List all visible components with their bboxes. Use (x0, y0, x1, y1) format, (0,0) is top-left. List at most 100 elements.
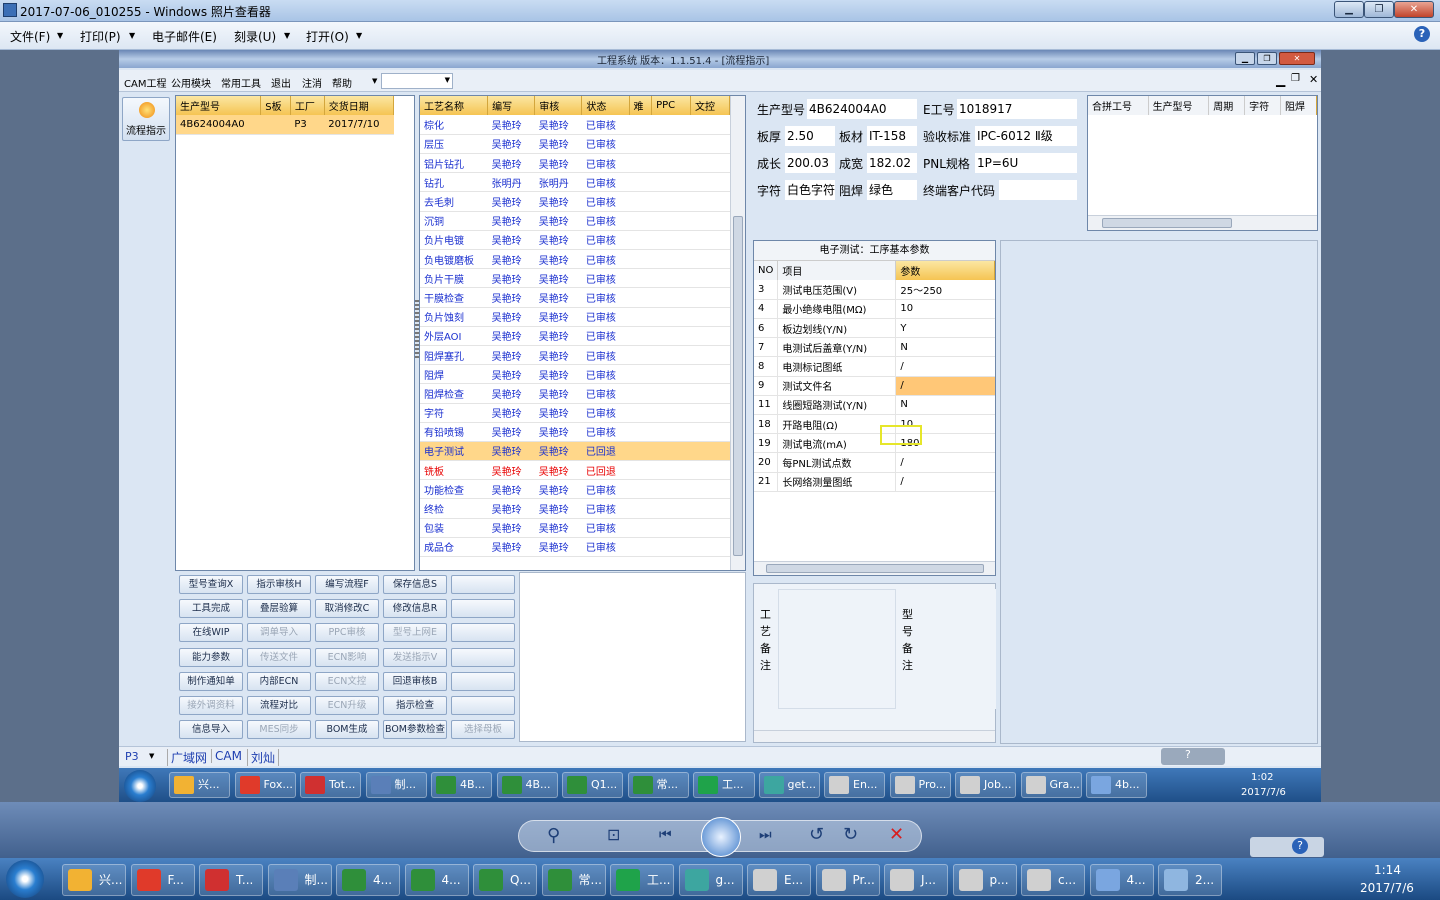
menu-open[interactable]: 打开(O) (306, 28, 349, 45)
outer-taskbar-item[interactable]: Pr... (815, 864, 880, 896)
menu-exit[interactable]: 退出 (271, 75, 291, 90)
minimize-button[interactable]: ▁ (1334, 1, 1364, 18)
outer-taskbar-item[interactable]: 制... (267, 864, 332, 896)
start-button[interactable] (124, 770, 156, 802)
outer-taskbar-item[interactable]: p... (952, 864, 1017, 896)
menu-file[interactable]: 文件(F) (10, 28, 50, 45)
col-difficulty[interactable]: 难 (629, 96, 653, 116)
process-row[interactable]: 负片蚀刻 吴艳玲 吴艳玲 已审核 (420, 307, 730, 327)
param-row[interactable]: 9 测试文件名 / (754, 376, 995, 396)
col-merge-cycle[interactable]: 周期 (1208, 96, 1246, 116)
help-icon[interactable]: ? (1414, 26, 1430, 42)
process-row[interactable]: 钻孔 张明丹 张明丹 已审核 (420, 172, 730, 193)
process-row[interactable]: 铣板 吴艳玲 吴艳玲 已回退 (420, 460, 730, 481)
menu-tools[interactable]: 常用工具 (221, 75, 261, 90)
action-button-5-2[interactable]: ECN升级 (315, 696, 379, 715)
param-row[interactable]: 21 长网络测量图纸 / (754, 472, 995, 492)
order-row[interactable]: 4B624004A0 P3 2017/7/10 (176, 115, 394, 135)
outer-taskbar-item[interactable]: c... (1021, 864, 1085, 896)
outer-taskbar-item[interactable]: 4... (1089, 864, 1154, 896)
flow-indicator-button[interactable]: 流程指示 (122, 97, 170, 141)
param-row[interactable]: 19 测试电流(mA) 180 (754, 433, 995, 454)
param-row[interactable]: 11 线圈短路测试(Y/N) N (754, 395, 995, 416)
process-row[interactable]: 层压 吴艳玲 吴艳玲 已审核 (420, 134, 730, 155)
outer-taskbar-item[interactable]: J... (884, 864, 948, 896)
action-button-0-1[interactable]: 指示审核H (247, 575, 311, 594)
action-button-2-2[interactable]: PPC审核 (315, 623, 379, 643)
param-row[interactable]: 18 开路电阻(Ω) 10 (754, 414, 995, 435)
inner-taskbar-item[interactable]: Tot... (300, 772, 361, 798)
process-row[interactable]: 成品仓 吴艳玲 吴艳玲 已审核 (420, 537, 730, 558)
action-button-6-2[interactable]: BOM生成 (315, 720, 379, 740)
process-row[interactable]: 阻焊塞孔 吴艳玲 吴艳玲 已审核 (420, 345, 730, 366)
empty-button[interactable] (451, 647, 515, 667)
rotate-left-icon[interactable]: ↺ (809, 824, 824, 845)
action-button-1-0[interactable]: 工具完成 (179, 599, 243, 619)
menu-logout[interactable]: 注消 (302, 75, 322, 90)
outer-taskbar-item[interactable]: 4... (336, 864, 400, 896)
col-delivery-date[interactable]: 交货日期 (324, 96, 395, 116)
outer-taskbar-item[interactable]: T... (199, 864, 263, 896)
factory-select[interactable]: P3 (125, 750, 139, 763)
inner-taskbar-item[interactable]: Pro... (889, 772, 951, 798)
empty-button[interactable] (451, 671, 515, 691)
zoom-icon[interactable]: ⚲ (547, 825, 560, 846)
menu-common-module[interactable]: 公用模块 (171, 75, 211, 90)
process-row[interactable]: 负片干膜 吴艳玲 吴艳玲 已审核 (420, 268, 730, 289)
empty-button[interactable] (451, 575, 515, 594)
slideshow-button[interactable] (701, 817, 741, 857)
inner-taskbar-item[interactable]: 常... (627, 772, 689, 798)
process-row[interactable]: 字符 吴艳玲 吴艳玲 已审核 (420, 403, 730, 423)
action-button-4-2[interactable]: ECN文控 (315, 671, 379, 691)
inner-taskbar-item[interactable]: 4B... (496, 772, 558, 798)
inner-taskbar-item[interactable]: 兴... (169, 772, 230, 798)
previous-icon[interactable]: ⏮ (659, 827, 672, 843)
action-button-0-0[interactable]: 型号查询X (179, 575, 243, 594)
process-row[interactable]: 干膜检查 吴艳玲 吴艳玲 已审核 (420, 287, 730, 308)
process-row[interactable]: 去毛刺 吴艳玲 吴艳玲 已审核 (420, 191, 730, 212)
col-merge-char[interactable]: 字符 (1244, 96, 1282, 116)
action-button-1-3[interactable]: 修改信息R (383, 599, 447, 619)
outer-taskbar-item[interactable]: 2... (1158, 864, 1222, 896)
outer-taskbar-item[interactable]: 4... (404, 864, 469, 896)
inner-taskbar-item[interactable]: En... (824, 772, 885, 798)
col-doc-control[interactable]: 文控 (690, 96, 730, 116)
menu-email[interactable]: 电子邮件(E) (152, 28, 217, 45)
action-button-3-3[interactable]: 发送指示V (383, 647, 447, 667)
actual-size-icon[interactable]: ⊡ (607, 825, 620, 844)
mdi-minimize-icon[interactable]: ▁ (1276, 73, 1285, 87)
empty-button[interactable] (451, 696, 515, 715)
inner-taskbar-item[interactable]: Job... (955, 772, 1016, 798)
action-button-4-0[interactable]: 制作通知单 (179, 671, 243, 691)
col-process-name[interactable]: 工艺名称 (420, 96, 489, 116)
close-button[interactable]: ✕ (1394, 1, 1434, 18)
process-row[interactable]: 铝片钻孔 吴艳玲 吴艳玲 已审核 (420, 153, 730, 174)
model-notes-box[interactable] (918, 589, 996, 709)
action-button-1-1[interactable]: 叠层验算 (247, 599, 311, 619)
inner-taskbar-item[interactable]: 工... (693, 772, 755, 798)
outer-taskbar-item[interactable]: Q... (473, 864, 537, 896)
menu-burn[interactable]: 刻录(U) (234, 28, 276, 45)
inner-taskbar-item[interactable]: Q1... (562, 772, 623, 798)
action-button-5-3[interactable]: 指示检查 (383, 696, 447, 715)
action-button-3-2[interactable]: ECN影响 (315, 647, 379, 667)
app-minimize-button[interactable]: ▁ (1235, 52, 1255, 65)
inner-taskbar-item[interactable]: 制... (365, 772, 427, 798)
empty-button[interactable] (451, 599, 515, 619)
param-row[interactable]: 8 电测标记图纸 / (754, 356, 995, 377)
inner-taskbar-item[interactable]: Fox... (234, 772, 296, 798)
process-row[interactable]: 外层AOI 吴艳玲 吴艳玲 已审核 (420, 326, 730, 346)
col-writer[interactable]: 编写 (487, 96, 536, 116)
param-row[interactable]: 4 最小绝缘电阻(MΩ) 10 (754, 299, 995, 320)
help-icon[interactable]: ? (1185, 748, 1191, 761)
param-row[interactable]: 3 测试电压范围(V) 25～250 (754, 280, 995, 300)
action-button-6-1[interactable]: MES同步 (247, 720, 311, 740)
process-row[interactable]: 沉铜 吴艳玲 吴艳玲 已审核 (420, 211, 730, 231)
col-status[interactable]: 状态 (581, 96, 630, 116)
action-button-0-2[interactable]: 编写流程F (315, 575, 379, 594)
action-button-2-3[interactable]: 型号上网E (383, 623, 447, 643)
inner-taskbar-item[interactable]: 4b... (1086, 772, 1147, 798)
status-tab-cam[interactable]: CAM (211, 749, 242, 763)
process-row[interactable]: 负片电镀 吴艳玲 吴艳玲 已审核 (420, 230, 730, 251)
scrollbar-thumb[interactable] (733, 216, 743, 556)
